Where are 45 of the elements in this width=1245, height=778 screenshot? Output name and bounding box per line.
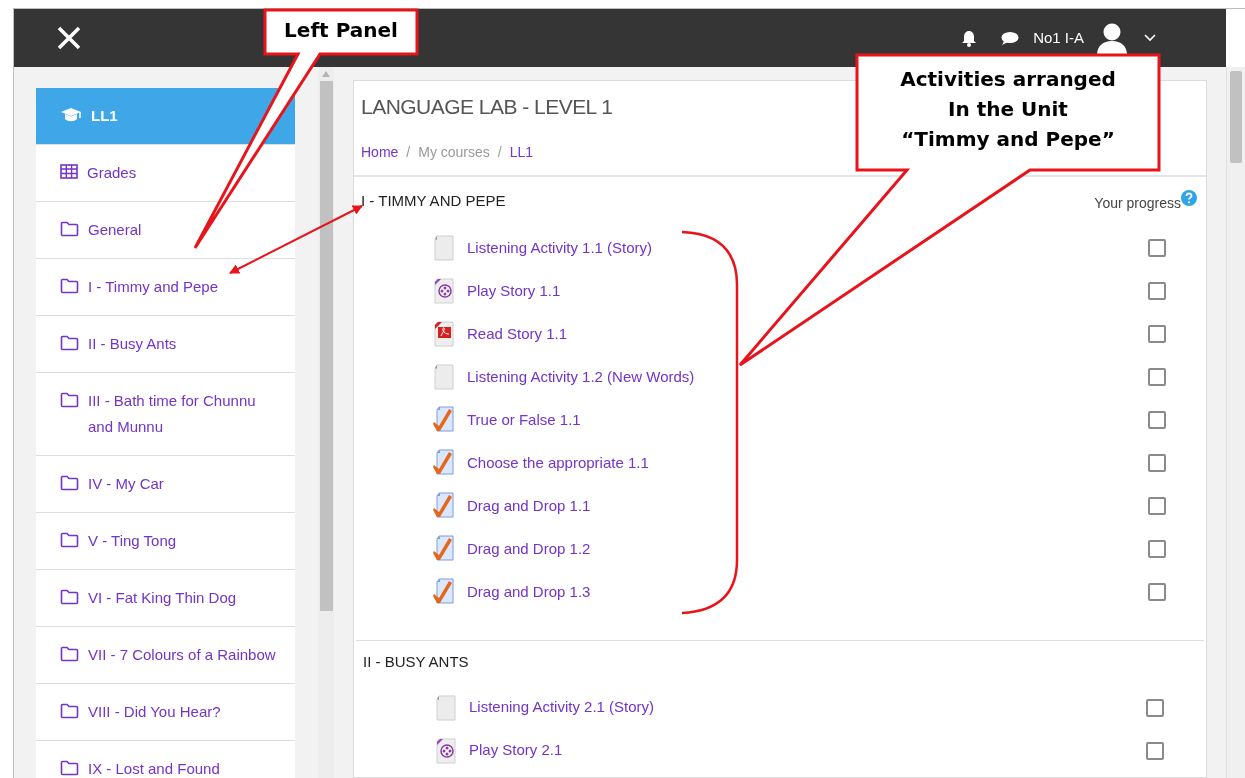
activity-link[interactable]: Listening Activity 1.2 (New Words) [467, 365, 695, 389]
breadcrumb-separator: / [497, 142, 502, 162]
activity-link[interactable]: Listening Activity 2.1 (Story) [469, 696, 655, 719]
sidebar-label: III - Bath time for Chunnu and Munnu [88, 391, 257, 437]
sidebar-item[interactable]: VII - 7 Colours of a Rainbow [36, 627, 295, 684]
activity-link[interactable]: Play Story 2.1 [469, 739, 563, 762]
user-name[interactable]: No1 I-A [1033, 26, 1084, 50]
breadcrumb-link[interactable]: Home [361, 141, 399, 163]
breadcrumb-link[interactable]: LL1 [509, 141, 534, 163]
sidebar-item[interactable]: II - Busy Ants [36, 316, 295, 373]
callout-label: Activities arranged In the Unit “Timmy and Pepe” [899, 66, 1117, 153]
section-title: I - TIMMY AND PEPE [361, 190, 506, 211]
sidebar-label: VI - Fat King Thin Dog [88, 588, 237, 608]
sidebar-label: VIII - Did You Hear? [88, 702, 221, 722]
sidebar-label: Grades [87, 163, 137, 183]
sidebar-item[interactable]: VI - Fat King Thin Dog [36, 570, 295, 627]
section-title: II - BUSY ANTS [363, 651, 469, 672]
activity-link[interactable]: Listening Activity 1.1 (Story) [467, 236, 653, 260]
progress-label: Your progress [1094, 193, 1181, 213]
sidebar-item[interactable]: Grades [36, 145, 295, 202]
page-title: LANGUAGE LAB - LEVEL 1 [361, 94, 613, 120]
activity-link[interactable]: True or False 1.1 [467, 408, 581, 432]
sidebar-item[interactable]: IX - Lost and Found [36, 741, 295, 778]
sidebar-item[interactable]: I - Timmy and Pepe [36, 259, 295, 316]
activity-link[interactable]: Drag and Drop 1.2 [467, 537, 591, 561]
sidebar-item[interactable]: III - Bath time for Chunnu and Munnu [36, 373, 295, 456]
sidebar-item[interactable]: IV - My Car [36, 456, 295, 513]
activity-link[interactable]: Drag and Drop 1.3 [467, 580, 591, 604]
sidebar-item[interactable]: General [36, 202, 295, 259]
sidebar-label: LL1 [91, 106, 118, 126]
callout-label: Left Panel [283, 17, 399, 44]
activity-link[interactable]: Choose the appropriate 1.1 [467, 451, 649, 475]
sidebar-label: IV - My Car [88, 474, 164, 494]
activity-link[interactable]: Read Story 1.1 [467, 322, 568, 346]
sidebar-label: General [88, 220, 142, 240]
activity-link[interactable]: Drag and Drop 1.1 [467, 494, 591, 518]
sidebar-label: I - Timmy and Pepe [88, 277, 219, 297]
activity-link[interactable]: Play Story 1.1 [467, 279, 561, 303]
sidebar-label: VII - 7 Colours of a Rainbow [88, 645, 276, 665]
sidebar-item[interactable]: VIII - Did You Hear? [36, 684, 295, 741]
breadcrumb-separator: / [406, 142, 411, 162]
sidebar-label: II - Busy Ants [88, 334, 177, 354]
sidebar-label: IX - Lost and Found [88, 759, 220, 778]
sidebar-item[interactable]: V - Ting Tong [36, 513, 295, 570]
sidebar-label: V - Ting Tong [88, 531, 177, 551]
